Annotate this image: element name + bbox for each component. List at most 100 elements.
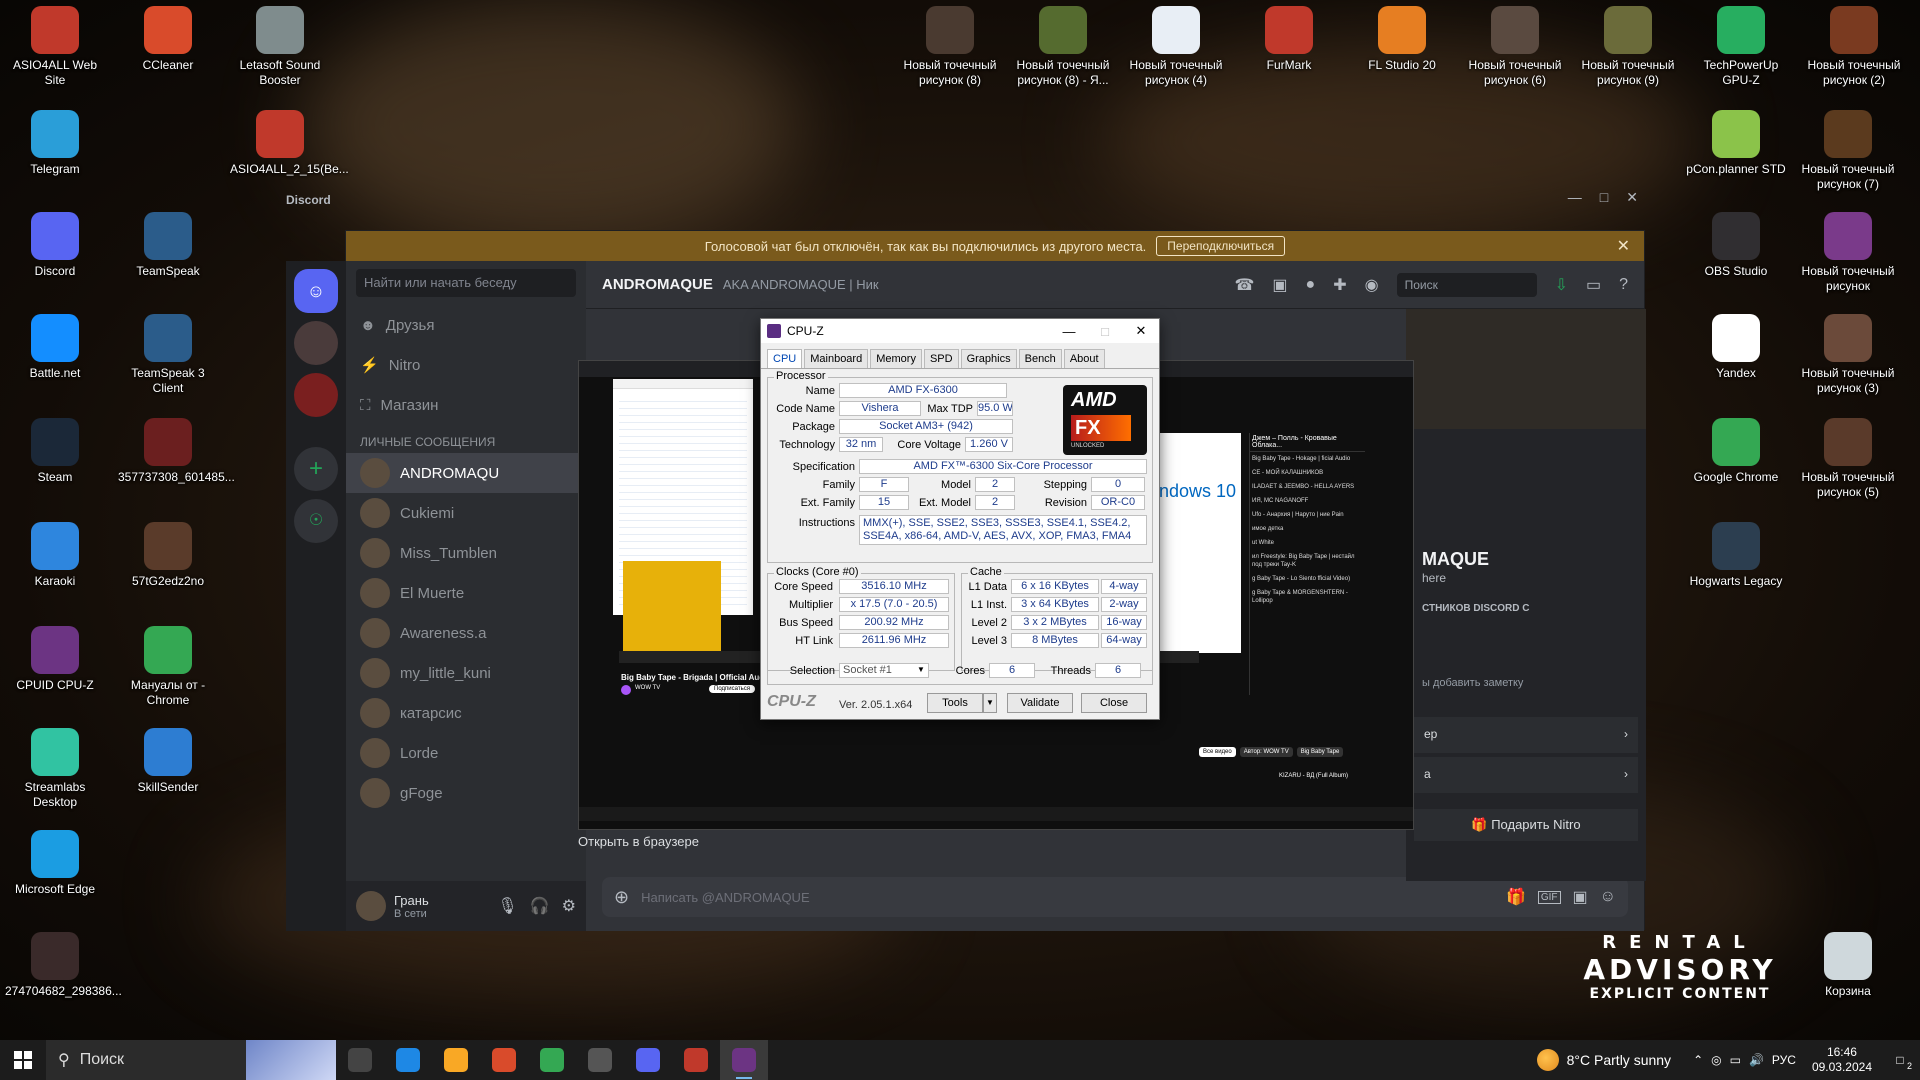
open-in-browser-link[interactable]: Открыть в браузере (578, 834, 699, 849)
monitor-icon[interactable]: ▭ (1730, 1053, 1741, 1067)
profile-row[interactable]: ер › (1414, 717, 1638, 753)
dm-list-item[interactable]: El Muerte (346, 573, 586, 613)
desktop-icon[interactable]: Новый точечный рисунок (2) (1804, 6, 1904, 88)
server-avatar[interactable] (294, 373, 338, 417)
subscribe-button[interactable]: Подписаться (709, 685, 755, 693)
profile-icon[interactable]: ◉ (1365, 275, 1379, 295)
dm-list-item[interactable]: my_little_kuni (346, 653, 586, 693)
related-video-item[interactable]: ИЯ, MC NAGANOFF (1250, 494, 1365, 508)
desktop-icon[interactable]: Hogwarts Legacy (1686, 522, 1786, 589)
maximize-icon[interactable]: □ (1087, 319, 1123, 343)
close-icon[interactable]: ✕ (1626, 189, 1638, 206)
related-video-item[interactable]: ILADAET & JEEMBO - HELLA AYERS (1250, 480, 1365, 494)
desktop-icon[interactable]: TechPowerUp GPU-Z (1691, 6, 1791, 88)
taskbar-app[interactable] (432, 1040, 480, 1080)
video-tab[interactable]: Big Baby Tape (1296, 747, 1344, 757)
dm-list-item[interactable]: Awareness.a (346, 613, 586, 653)
language-indicator[interactable]: РУС (1772, 1053, 1796, 1067)
desktop-icon[interactable]: Telegram (5, 110, 105, 177)
dm-list-item[interactable]: Cukiemi (346, 493, 586, 533)
settings-gear-icon[interactable]: ⚙ (562, 896, 576, 916)
taskbar-app[interactable] (528, 1040, 576, 1080)
tab-graphics[interactable]: Graphics (960, 349, 1017, 368)
related-video-item[interactable]: g Baby Tape & MORGENSHTERN - Lollipop (1250, 586, 1365, 608)
related-video-item[interactable]: ut White (1250, 536, 1365, 550)
related-video-item[interactable]: CE - МОЙ КАЛАШНИКОВ (1250, 466, 1365, 480)
chevron-up-icon[interactable]: ⌃ (1693, 1053, 1703, 1067)
dm-list-item[interactable]: катарсис (346, 693, 586, 733)
download-icon[interactable]: ⇩ (1555, 275, 1568, 295)
discord-home-icon[interactable]: ☺ (294, 269, 338, 313)
related-video-item[interactable]: Ufo - Анархия | Наруто | ние Pain (1250, 508, 1365, 522)
desktop-icon[interactable]: Новый точечный рисунок (8) - Я... (1013, 6, 1113, 88)
desktop-icon[interactable]: Корзина (1798, 932, 1898, 999)
selection-dropdown[interactable]: Socket #1 (839, 663, 929, 678)
maximize-icon[interactable]: □ (1600, 189, 1608, 206)
video-call-icon[interactable]: ▣ (1272, 275, 1287, 295)
add-server-icon[interactable]: + (294, 447, 338, 491)
dm-list-item[interactable]: ANDROMAQU (346, 453, 586, 493)
minimize-icon[interactable]: — (1568, 189, 1582, 206)
gift-nitro-button[interactable]: 🎁 Подарить Nitro (1414, 809, 1638, 841)
desktop-icon[interactable]: Discord (5, 212, 105, 279)
minimize-icon[interactable]: — (1051, 319, 1087, 343)
desktop-icon[interactable]: Новый точечный рисунок (8) (900, 6, 1000, 88)
network-icon[interactable]: ◎ (1711, 1053, 1721, 1067)
related-video-item[interactable]: g Baby Tape - Lo Siento fficial Video) (1250, 572, 1365, 586)
nav-friends[interactable]: ☻ Друзья (346, 305, 586, 345)
desktop-icon[interactable]: Новый точечный рисунок (9) (1578, 6, 1678, 88)
desktop-icon[interactable]: Karaoki (5, 522, 105, 589)
dm-search-input[interactable]: Найти или начать беседу (356, 269, 576, 297)
desktop-icon[interactable]: Letasoft Sound Booster (230, 6, 330, 88)
desktop-icon[interactable]: 357737308_601485... (118, 418, 235, 485)
desktop-icon[interactable]: Новый точечный рисунок (1798, 212, 1898, 294)
desktop-icon[interactable]: TeamSpeak 3 Client (118, 314, 218, 396)
attach-plus-icon[interactable]: ⊕ (614, 887, 629, 908)
help-icon[interactable]: ? (1619, 276, 1628, 294)
tab-spd[interactable]: SPD (923, 349, 959, 368)
avatar[interactable] (356, 891, 386, 921)
desktop-icon[interactable]: 274704682_298386... (5, 932, 122, 999)
tab-bench[interactable]: Bench (1018, 349, 1062, 368)
desktop-icon[interactable]: OBS Studio (1686, 212, 1786, 279)
taskbar-app[interactable] (384, 1040, 432, 1080)
nav-shop[interactable]: ⛶ Магазин (346, 385, 586, 425)
taskbar-app[interactable] (480, 1040, 528, 1080)
gif-icon[interactable]: GIF (1537, 890, 1561, 904)
video-tab[interactable]: Все видео (1199, 747, 1236, 757)
tools-button[interactable]: Tools (927, 693, 983, 713)
taskbar-app[interactable] (672, 1040, 720, 1080)
tab-about[interactable]: About (1063, 349, 1105, 368)
tab-mainboard[interactable]: Mainboard (804, 349, 869, 368)
desktop-icon[interactable]: Новый точечный рисунок (3) (1798, 314, 1898, 396)
related-video-item[interactable]: Big Baby Tape - Hokage | ficial Audio (1250, 452, 1365, 466)
profile-note[interactable]: ы добавить заметку (1422, 677, 1523, 689)
chevron-down-icon[interactable]: ▼ (917, 665, 925, 674)
tab-cpu[interactable]: CPU (767, 349, 803, 368)
explore-icon[interactable]: ☉ (294, 499, 338, 543)
profile-row[interactable]: а › (1414, 757, 1638, 793)
nav-nitro[interactable]: ⚡ Nitro (346, 345, 586, 385)
close-icon[interactable]: ✕ (1123, 319, 1159, 343)
desktop-icon[interactable]: Новый точечный рисунок (7) (1798, 110, 1898, 192)
desktop-icon[interactable]: ASIO4ALL Web Site (5, 6, 105, 88)
desktop-icon[interactable]: TeamSpeak (118, 212, 218, 279)
pin-icon[interactable]: ● (1306, 276, 1316, 294)
dm-list-item[interactable]: gFoge (346, 773, 586, 813)
desktop-icon[interactable]: ASIO4ALL_2_15(Be... (230, 110, 349, 177)
banner-close-icon[interactable]: ✕ (1617, 236, 1630, 256)
related-video-item[interactable]: ил Freestyle: Big Baby Tape | нестайл по… (1250, 550, 1365, 572)
start-button[interactable] (0, 1040, 46, 1080)
taskbar-app[interactable] (576, 1040, 624, 1080)
desktop-icon[interactable]: CPUID CPU-Z (5, 626, 105, 693)
headphones-icon[interactable]: 🎧 (530, 896, 550, 916)
desktop-icon[interactable]: Новый точечный рисунок (5) (1798, 418, 1898, 500)
server-avatar[interactable] (294, 321, 338, 365)
add-friend-icon[interactable]: ✚ (1333, 275, 1346, 295)
taskbar-app[interactable] (624, 1040, 672, 1080)
call-icon[interactable]: ☎ (1234, 275, 1254, 295)
tab-memory[interactable]: Memory (870, 349, 922, 368)
top-search-input[interactable]: Поиск (1396, 272, 1537, 297)
taskbar-search[interactable]: ⚲ Поиск (46, 1040, 336, 1080)
video-tab[interactable]: Автор: WOW TV (1239, 747, 1293, 757)
